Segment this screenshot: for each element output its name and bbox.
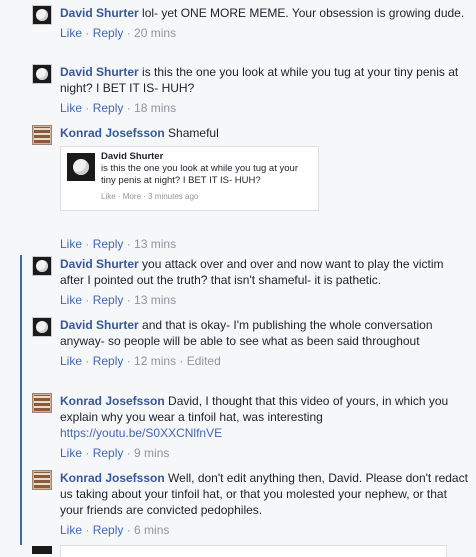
comment-author[interactable]: David Shurter bbox=[60, 257, 139, 271]
separator: · bbox=[123, 237, 135, 251]
avatar[interactable] bbox=[32, 256, 52, 276]
separator: · bbox=[123, 293, 135, 307]
comment-author[interactable]: Konrad Josefsson bbox=[60, 126, 165, 140]
separator: · bbox=[123, 354, 135, 368]
reply-link[interactable]: Reply bbox=[93, 446, 124, 460]
comment-author[interactable]: Konrad Josefsson bbox=[60, 471, 165, 485]
rose-icon bbox=[36, 68, 48, 80]
separator: · bbox=[123, 101, 135, 115]
like-link[interactable]: Like bbox=[60, 237, 82, 251]
avatar[interactable] bbox=[32, 5, 52, 25]
like-link[interactable]: Like bbox=[60, 523, 82, 537]
comment-time[interactable]: 13 mins bbox=[134, 293, 176, 307]
comment-time[interactable]: 6 mins bbox=[134, 523, 169, 537]
like-link[interactable]: Like bbox=[60, 26, 82, 40]
video-link[interactable]: https://youtu.be/S0XXCNlfnVE bbox=[60, 426, 222, 440]
like-link[interactable]: Like bbox=[60, 293, 82, 307]
edited-label[interactable]: Edited bbox=[187, 354, 221, 368]
quoted-comment-card[interactable]: David Shurter is this the one you look a… bbox=[60, 146, 319, 211]
separator: · bbox=[82, 354, 93, 368]
avatar[interactable] bbox=[32, 393, 52, 413]
comment-author[interactable]: David Shurter bbox=[60, 65, 139, 79]
separator: · bbox=[82, 26, 93, 40]
reply-link[interactable]: Reply bbox=[93, 237, 124, 251]
reply-input[interactable] bbox=[60, 545, 447, 557]
reply-link[interactable]: Reply bbox=[93, 523, 124, 537]
avatar[interactable] bbox=[32, 470, 52, 490]
separator: · bbox=[123, 446, 135, 460]
comment-author[interactable]: David Shurter bbox=[60, 6, 139, 20]
separator: · bbox=[123, 523, 135, 537]
comment-time[interactable]: 12 mins bbox=[134, 354, 176, 368]
like-link[interactable]: Like bbox=[60, 446, 82, 460]
like-link[interactable]: Like bbox=[60, 354, 82, 368]
reply-link[interactable]: Reply bbox=[93, 293, 124, 307]
avatar[interactable] bbox=[32, 125, 52, 145]
comment-text: lol- yet ONE MORE MEME. Your obsession i… bbox=[142, 6, 465, 20]
avatar bbox=[32, 546, 52, 554]
rose-icon bbox=[36, 9, 48, 21]
avatar[interactable] bbox=[32, 317, 52, 337]
bookshelf-icon bbox=[34, 395, 50, 411]
rose-icon bbox=[36, 260, 48, 272]
avatar bbox=[67, 153, 95, 181]
quoted-author: David Shurter bbox=[101, 151, 164, 162]
quoted-meta: Like · More · 3 minutes ago bbox=[101, 192, 199, 201]
reply-thread-rail bbox=[20, 255, 22, 545]
separator: · bbox=[176, 354, 187, 368]
comment-time[interactable]: 18 mins bbox=[134, 101, 176, 115]
comment-time[interactable]: 9 mins bbox=[134, 446, 169, 460]
comment-author[interactable]: Konrad Josefsson bbox=[60, 394, 165, 408]
reply-link[interactable]: Reply bbox=[93, 354, 124, 368]
avatar[interactable] bbox=[32, 64, 52, 84]
separator: · bbox=[123, 26, 135, 40]
rose-icon bbox=[36, 321, 48, 333]
separator: · bbox=[82, 101, 93, 115]
quoted-text: is this the one you look at while you tu… bbox=[101, 163, 298, 186]
bookshelf-icon bbox=[34, 472, 50, 488]
separator: · bbox=[82, 237, 93, 251]
separator: · bbox=[82, 523, 93, 537]
separator: · bbox=[82, 293, 93, 307]
bookshelf-icon bbox=[34, 127, 50, 143]
comment-time[interactable]: 13 mins bbox=[134, 237, 176, 251]
comment-text: Shameful bbox=[168, 126, 219, 140]
reply-link[interactable]: Reply bbox=[93, 26, 124, 40]
separator: · bbox=[82, 446, 93, 460]
like-link[interactable]: Like bbox=[60, 101, 82, 115]
reply-link[interactable]: Reply bbox=[93, 101, 124, 115]
comment-author[interactable]: David Shurter bbox=[60, 318, 139, 332]
comment-time[interactable]: 20 mins bbox=[134, 26, 176, 40]
rose-icon bbox=[73, 159, 89, 175]
